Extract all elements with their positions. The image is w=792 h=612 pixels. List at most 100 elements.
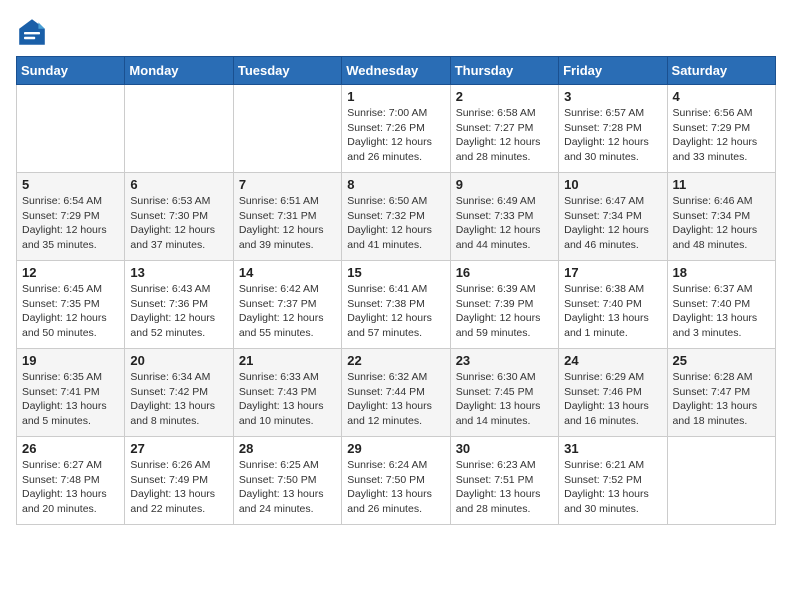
calendar-cell: 28 Sunrise: 6:25 AM Sunset: 7:50 PM Dayli…	[233, 437, 341, 525]
calendar-cell	[17, 85, 125, 173]
calendar-cell: 16Sunrise: 6:39 AM Sunset: 7:39 PM Dayli…	[450, 261, 558, 349]
calendar-week-row: 26 Sunrise: 6:27 AM Sunset: 7:48 PM Dayli…	[17, 437, 776, 525]
calendar-cell: 19 Sunrise: 6:35 AM Sunset: 7:41 PM Dayli…	[17, 349, 125, 437]
day-number: 9	[456, 177, 553, 192]
calendar-cell: 25 Sunrise: 6:28 AM Sunset: 7:47 PM Dayli…	[667, 349, 775, 437]
day-number: 7	[239, 177, 336, 192]
day-number: 18	[673, 265, 770, 280]
day-number: 25	[673, 353, 770, 368]
weekday-header: Monday	[125, 57, 233, 85]
day-info: Sunrise: 6:23 AM Sunset: 7:51 PM Dayligh…	[456, 458, 553, 517]
day-info: Sunrise: 6:58 AM Sunset: 7:27 PM Dayligh…	[456, 106, 553, 165]
weekday-header: Tuesday	[233, 57, 341, 85]
day-info: Sunrise: 6:37 AM Sunset: 7:40 PM Dayligh…	[673, 282, 770, 341]
day-info: Sunrise: 6:28 AM Sunset: 7:47 PM Dayligh…	[673, 370, 770, 429]
weekday-header: Friday	[559, 57, 667, 85]
calendar-cell: 22 Sunrise: 6:32 AM Sunset: 7:44 PM Dayli…	[342, 349, 450, 437]
day-info: Sunrise: 6:57 AM Sunset: 7:28 PM Dayligh…	[564, 106, 661, 165]
day-info: Sunrise: 6:53 AM Sunset: 7:30 PM Dayligh…	[130, 194, 227, 253]
day-info: Sunrise: 6:32 AM Sunset: 7:44 PM Dayligh…	[347, 370, 444, 429]
day-number: 21	[239, 353, 336, 368]
calendar-cell: 13 Sunrise: 6:43 AM Sunset: 7:36 PM Dayli…	[125, 261, 233, 349]
day-number: 11	[673, 177, 770, 192]
weekday-header: Saturday	[667, 57, 775, 85]
day-number: 29	[347, 441, 444, 456]
day-info: Sunrise: 6:46 AM Sunset: 7:34 PM Dayligh…	[673, 194, 770, 253]
calendar-cell: 27Sunrise: 6:26 AM Sunset: 7:49 PM Dayli…	[125, 437, 233, 525]
day-info: Sunrise: 6:34 AM Sunset: 7:42 PM Dayligh…	[130, 370, 227, 429]
calendar-week-row: 1 Sunrise: 7:00 AM Sunset: 7:26 PM Daylig…	[17, 85, 776, 173]
calendar-cell	[233, 85, 341, 173]
day-info: Sunrise: 6:42 AM Sunset: 7:37 PM Dayligh…	[239, 282, 336, 341]
day-number: 23	[456, 353, 553, 368]
day-number: 20	[130, 353, 227, 368]
day-number: 10	[564, 177, 661, 192]
day-number: 15	[347, 265, 444, 280]
calendar-week-row: 12 Sunrise: 6:45 AM Sunset: 7:35 PM Dayli…	[17, 261, 776, 349]
day-number: 14	[239, 265, 336, 280]
day-info: Sunrise: 6:38 AM Sunset: 7:40 PM Dayligh…	[564, 282, 661, 341]
day-number: 13	[130, 265, 227, 280]
page-header	[16, 16, 776, 48]
day-info: Sunrise: 6:26 AM Sunset: 7:49 PM Dayligh…	[130, 458, 227, 517]
calendar-cell: 4 Sunrise: 6:56 AM Sunset: 7:29 PM Daylig…	[667, 85, 775, 173]
calendar-cell: 6 Sunrise: 6:53 AM Sunset: 7:30 PM Daylig…	[125, 173, 233, 261]
day-number: 5	[22, 177, 119, 192]
weekday-header-row: SundayMondayTuesdayWednesdayThursdayFrid…	[17, 57, 776, 85]
calendar-cell: 8 Sunrise: 6:50 AM Sunset: 7:32 PM Daylig…	[342, 173, 450, 261]
calendar-week-row: 19 Sunrise: 6:35 AM Sunset: 7:41 PM Dayli…	[17, 349, 776, 437]
day-info: Sunrise: 6:35 AM Sunset: 7:41 PM Dayligh…	[22, 370, 119, 429]
calendar-cell: 18 Sunrise: 6:37 AM Sunset: 7:40 PM Dayli…	[667, 261, 775, 349]
calendar-cell: 26 Sunrise: 6:27 AM Sunset: 7:48 PM Dayli…	[17, 437, 125, 525]
calendar-cell: 29 Sunrise: 6:24 AM Sunset: 7:50 PM Dayli…	[342, 437, 450, 525]
day-info: Sunrise: 6:41 AM Sunset: 7:38 PM Dayligh…	[347, 282, 444, 341]
calendar-cell: 31 Sunrise: 6:21 AM Sunset: 7:52 PM Dayli…	[559, 437, 667, 525]
day-number: 6	[130, 177, 227, 192]
day-number: 31	[564, 441, 661, 456]
day-info: Sunrise: 6:25 AM Sunset: 7:50 PM Dayligh…	[239, 458, 336, 517]
calendar-cell: 14 Sunrise: 6:42 AM Sunset: 7:37 PM Dayli…	[233, 261, 341, 349]
day-info: Sunrise: 7:00 AM Sunset: 7:26 PM Dayligh…	[347, 106, 444, 165]
calendar-cell: 17 Sunrise: 6:38 AM Sunset: 7:40 PM Dayli…	[559, 261, 667, 349]
day-number: 26	[22, 441, 119, 456]
calendar-week-row: 5 Sunrise: 6:54 AM Sunset: 7:29 PM Daylig…	[17, 173, 776, 261]
calendar-cell: 20 Sunrise: 6:34 AM Sunset: 7:42 PM Dayli…	[125, 349, 233, 437]
day-info: Sunrise: 6:49 AM Sunset: 7:33 PM Dayligh…	[456, 194, 553, 253]
day-info: Sunrise: 6:45 AM Sunset: 7:35 PM Dayligh…	[22, 282, 119, 341]
day-number: 3	[564, 89, 661, 104]
day-number: 8	[347, 177, 444, 192]
day-info: Sunrise: 6:33 AM Sunset: 7:43 PM Dayligh…	[239, 370, 336, 429]
day-info: Sunrise: 6:27 AM Sunset: 7:48 PM Dayligh…	[22, 458, 119, 517]
day-number: 19	[22, 353, 119, 368]
day-info: Sunrise: 6:43 AM Sunset: 7:36 PM Dayligh…	[130, 282, 227, 341]
day-number: 4	[673, 89, 770, 104]
calendar-cell: 11 Sunrise: 6:46 AM Sunset: 7:34 PM Dayli…	[667, 173, 775, 261]
day-info: Sunrise: 6:21 AM Sunset: 7:52 PM Dayligh…	[564, 458, 661, 517]
weekday-header: Sunday	[17, 57, 125, 85]
day-number: 12	[22, 265, 119, 280]
calendar-cell	[667, 437, 775, 525]
weekday-header: Thursday	[450, 57, 558, 85]
calendar-cell: 5 Sunrise: 6:54 AM Sunset: 7:29 PM Daylig…	[17, 173, 125, 261]
logo	[16, 16, 52, 48]
day-info: Sunrise: 6:54 AM Sunset: 7:29 PM Dayligh…	[22, 194, 119, 253]
day-number: 17	[564, 265, 661, 280]
day-info: Sunrise: 6:24 AM Sunset: 7:50 PM Dayligh…	[347, 458, 444, 517]
calendar-cell: 9 Sunrise: 6:49 AM Sunset: 7:33 PM Daylig…	[450, 173, 558, 261]
calendar-cell: 23Sunrise: 6:30 AM Sunset: 7:45 PM Dayli…	[450, 349, 558, 437]
day-number: 22	[347, 353, 444, 368]
day-number: 2	[456, 89, 553, 104]
day-number: 1	[347, 89, 444, 104]
day-info: Sunrise: 6:56 AM Sunset: 7:29 PM Dayligh…	[673, 106, 770, 165]
day-info: Sunrise: 6:50 AM Sunset: 7:32 PM Dayligh…	[347, 194, 444, 253]
day-number: 28	[239, 441, 336, 456]
calendar-cell: 21 Sunrise: 6:33 AM Sunset: 7:43 PM Dayli…	[233, 349, 341, 437]
day-info: Sunrise: 6:29 AM Sunset: 7:46 PM Dayligh…	[564, 370, 661, 429]
calendar-cell: 2 Sunrise: 6:58 AM Sunset: 7:27 PM Daylig…	[450, 85, 558, 173]
day-info: Sunrise: 6:39 AM Sunset: 7:39 PM Dayligh…	[456, 282, 553, 341]
weekday-header: Wednesday	[342, 57, 450, 85]
day-number: 24	[564, 353, 661, 368]
calendar-cell: 3 Sunrise: 6:57 AM Sunset: 7:28 PM Daylig…	[559, 85, 667, 173]
calendar-cell: 12 Sunrise: 6:45 AM Sunset: 7:35 PM Dayli…	[17, 261, 125, 349]
calendar-cell: 15 Sunrise: 6:41 AM Sunset: 7:38 PM Dayli…	[342, 261, 450, 349]
